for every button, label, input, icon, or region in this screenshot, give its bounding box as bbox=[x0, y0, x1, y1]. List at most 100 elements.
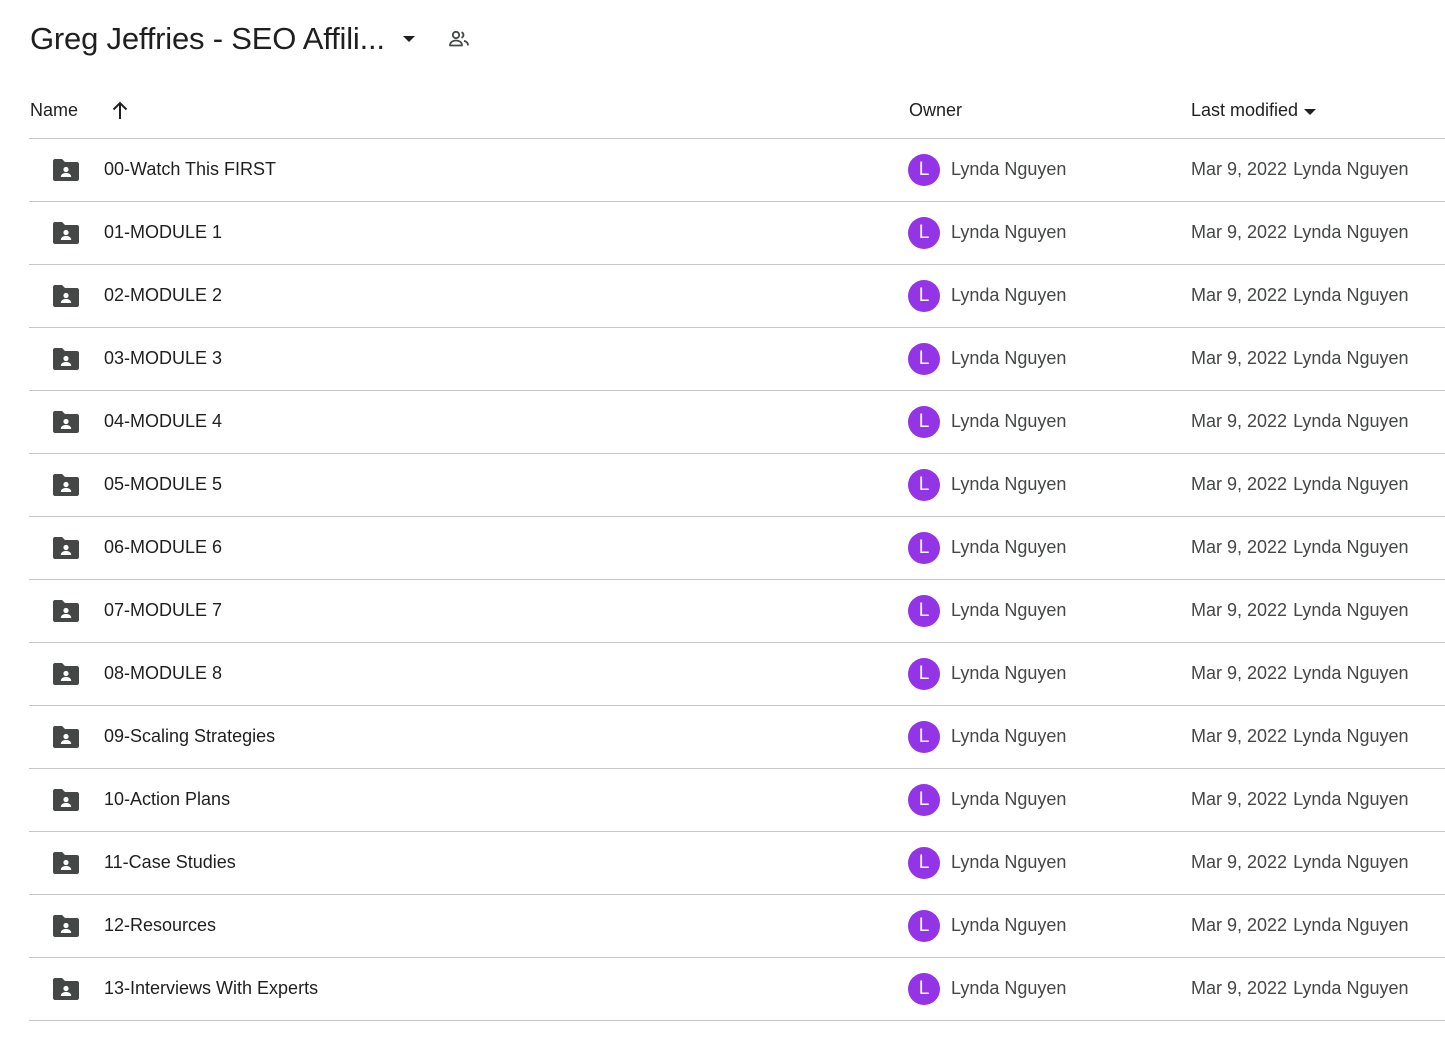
modified-date: Mar 9, 2022 bbox=[1191, 159, 1288, 179]
table-row[interactable]: 09-Scaling Strategies L Lynda Nguyen Mar… bbox=[29, 706, 1445, 769]
column-header-name[interactable]: Name bbox=[30, 100, 78, 121]
table-row[interactable]: 06-MODULE 6 L Lynda Nguyen Mar 9, 2022 Ly… bbox=[29, 517, 1445, 580]
file-name[interactable]: 02-MODULE 2 bbox=[104, 285, 222, 306]
table-row[interactable]: 00-Watch This FIRST L Lynda Nguyen Mar 9… bbox=[29, 139, 1445, 202]
table-row[interactable]: 01-MODULE 1 L Lynda Nguyen Mar 9, 2022 Ly… bbox=[29, 202, 1445, 265]
modified-by: Lynda Nguyen bbox=[1293, 726, 1409, 746]
modified-by: Lynda Nguyen bbox=[1293, 600, 1409, 620]
last-modified: Mar 9, 2022 Lynda Nguyen bbox=[1191, 789, 1408, 810]
modified-by: Lynda Nguyen bbox=[1293, 915, 1409, 935]
last-modified: Mar 9, 2022 Lynda Nguyen bbox=[1191, 726, 1408, 747]
file-name[interactable]: 10-Action Plans bbox=[104, 789, 230, 810]
arrow-drop-down-icon[interactable] bbox=[393, 23, 425, 55]
file-name[interactable]: 12-Resources bbox=[104, 915, 216, 936]
avatar: L bbox=[908, 973, 940, 1005]
modified-date: Mar 9, 2022 bbox=[1191, 537, 1288, 557]
table-row[interactable]: 02-MODULE 2 L Lynda Nguyen Mar 9, 2022 Ly… bbox=[29, 265, 1445, 328]
file-name[interactable]: 07-MODULE 7 bbox=[104, 600, 222, 621]
modified-date: Mar 9, 2022 bbox=[1191, 915, 1288, 935]
file-name[interactable]: 11-Case Studies bbox=[104, 852, 236, 873]
modified-date: Mar 9, 2022 bbox=[1191, 411, 1288, 431]
file-name[interactable]: 05-MODULE 5 bbox=[104, 474, 222, 495]
owner-name: Lynda Nguyen bbox=[951, 537, 1067, 557]
shared-folder-icon bbox=[52, 158, 80, 182]
file-name[interactable]: 00-Watch This FIRST bbox=[104, 159, 276, 180]
shared-folder-icon bbox=[52, 851, 80, 875]
avatar: L bbox=[908, 469, 940, 501]
shared-folder-icon bbox=[52, 788, 80, 812]
arrow-up-icon[interactable] bbox=[109, 100, 131, 122]
shared-folder-icon bbox=[52, 599, 80, 623]
modified-by: Lynda Nguyen bbox=[1293, 789, 1409, 809]
avatar: L bbox=[908, 658, 940, 690]
folder-title[interactable]: Greg Jeffries - SEO Affili... bbox=[30, 21, 385, 57]
table-row[interactable]: 04-MODULE 4 L Lynda Nguyen Mar 9, 2022 Ly… bbox=[29, 391, 1445, 454]
table-row[interactable]: 05-MODULE 5 L Lynda Nguyen Mar 9, 2022 Ly… bbox=[29, 454, 1445, 517]
owner-name: Lynda Nguyen bbox=[951, 726, 1067, 746]
owner-name: Lynda Nguyen bbox=[951, 600, 1067, 620]
shared-folder-icon bbox=[52, 410, 80, 434]
modified-date: Mar 9, 2022 bbox=[1191, 600, 1288, 620]
file-list-header: Name Owner Last modified bbox=[29, 86, 1445, 139]
last-modified: Mar 9, 2022 Lynda Nguyen bbox=[1191, 663, 1408, 684]
modified-by: Lynda Nguyen bbox=[1293, 978, 1409, 998]
modified-by: Lynda Nguyen bbox=[1293, 852, 1409, 872]
column-header-owner[interactable]: Owner bbox=[909, 100, 962, 121]
avatar: L bbox=[908, 847, 940, 879]
shared-folder-icon bbox=[52, 914, 80, 938]
owner-name: Lynda Nguyen bbox=[951, 663, 1067, 683]
last-modified: Mar 9, 2022 Lynda Nguyen bbox=[1191, 348, 1408, 369]
owner-name: Lynda Nguyen bbox=[951, 789, 1067, 809]
modified-date: Mar 9, 2022 bbox=[1191, 348, 1288, 368]
modified-by: Lynda Nguyen bbox=[1293, 348, 1409, 368]
avatar: L bbox=[908, 784, 940, 816]
folder-header: Greg Jeffries - SEO Affili... bbox=[30, 14, 477, 64]
file-name[interactable]: 04-MODULE 4 bbox=[104, 411, 222, 432]
shared-folder-icon bbox=[52, 536, 80, 560]
owner-name: Lynda Nguyen bbox=[951, 978, 1067, 998]
file-rows: 00-Watch This FIRST L Lynda Nguyen Mar 9… bbox=[29, 139, 1445, 1021]
shared-folder-icon bbox=[52, 977, 80, 1001]
modified-date: Mar 9, 2022 bbox=[1191, 474, 1288, 494]
last-modified: Mar 9, 2022 Lynda Nguyen bbox=[1191, 600, 1408, 621]
file-name[interactable]: 01-MODULE 1 bbox=[104, 222, 222, 243]
arrow-drop-down-icon bbox=[1304, 100, 1317, 121]
avatar: L bbox=[908, 532, 940, 564]
file-name[interactable]: 13-Interviews With Experts bbox=[104, 978, 318, 999]
modified-by: Lynda Nguyen bbox=[1293, 222, 1409, 242]
avatar: L bbox=[908, 595, 940, 627]
table-row[interactable]: 12-Resources L Lynda Nguyen Mar 9, 2022 L… bbox=[29, 895, 1445, 958]
owner-name: Lynda Nguyen bbox=[951, 285, 1067, 305]
shared-folder-icon bbox=[52, 662, 80, 686]
last-modified: Mar 9, 2022 Lynda Nguyen bbox=[1191, 852, 1408, 873]
last-modified: Mar 9, 2022 Lynda Nguyen bbox=[1191, 411, 1408, 432]
table-row[interactable]: 13-Interviews With Experts L Lynda Nguye… bbox=[29, 958, 1445, 1021]
drive-folder-view: Greg Jeffries - SEO Affili... Name Owner bbox=[0, 0, 1445, 1048]
avatar: L bbox=[908, 343, 940, 375]
modified-by: Lynda Nguyen bbox=[1293, 663, 1409, 683]
file-name[interactable]: 09-Scaling Strategies bbox=[104, 726, 275, 747]
file-name[interactable]: 03-MODULE 3 bbox=[104, 348, 222, 369]
modified-date: Mar 9, 2022 bbox=[1191, 726, 1288, 746]
shared-folder-icon bbox=[52, 347, 80, 371]
owner-name: Lynda Nguyen bbox=[951, 915, 1067, 935]
modified-by: Lynda Nguyen bbox=[1293, 474, 1409, 494]
avatar: L bbox=[908, 910, 940, 942]
file-list: Name Owner Last modified 00-Watch This F… bbox=[29, 86, 1445, 1021]
last-modified: Mar 9, 2022 Lynda Nguyen bbox=[1191, 915, 1408, 936]
table-row[interactable]: 03-MODULE 3 L Lynda Nguyen Mar 9, 2022 Ly… bbox=[29, 328, 1445, 391]
table-row[interactable]: 10-Action Plans L Lynda Nguyen Mar 9, 20… bbox=[29, 769, 1445, 832]
column-header-last-modified[interactable]: Last modified bbox=[1191, 100, 1317, 121]
modified-date: Mar 9, 2022 bbox=[1191, 285, 1288, 305]
modified-date: Mar 9, 2022 bbox=[1191, 222, 1288, 242]
table-row[interactable]: 08-MODULE 8 L Lynda Nguyen Mar 9, 2022 Ly… bbox=[29, 643, 1445, 706]
column-header-last-modified-label: Last modified bbox=[1191, 100, 1299, 120]
modified-by: Lynda Nguyen bbox=[1293, 285, 1409, 305]
table-row[interactable]: 11-Case Studies L Lynda Nguyen Mar 9, 20… bbox=[29, 832, 1445, 895]
table-row[interactable]: 07-MODULE 7 L Lynda Nguyen Mar 9, 2022 Ly… bbox=[29, 580, 1445, 643]
avatar: L bbox=[908, 721, 940, 753]
people-icon[interactable] bbox=[441, 21, 477, 57]
owner-name: Lynda Nguyen bbox=[951, 474, 1067, 494]
file-name[interactable]: 08-MODULE 8 bbox=[104, 663, 222, 684]
file-name[interactable]: 06-MODULE 6 bbox=[104, 537, 222, 558]
